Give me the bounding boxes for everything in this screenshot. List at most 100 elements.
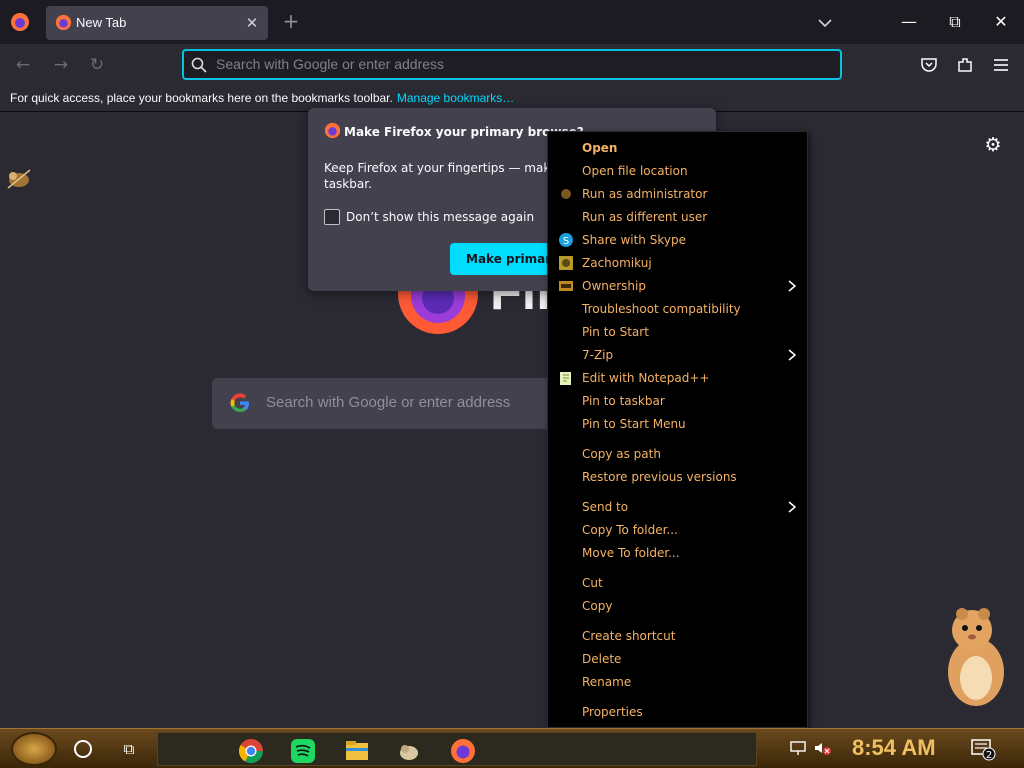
menu-item-rename[interactable]: Rename <box>548 671 807 694</box>
menu-item-pin-to-start[interactable]: Pin to Start <box>548 321 807 344</box>
url-bar[interactable]: Search with Google or enter address <box>182 49 842 80</box>
menu-item-share-with-skype[interactable]: S Share with Skype <box>548 229 807 252</box>
tab-strip: New Tab ✕ + — ⧉ ✕ <box>0 0 1024 44</box>
newtab-search-placeholder: Search with Google or enter address <box>266 394 511 411</box>
menu-item-pin-to-start-menu[interactable]: Pin to Start Menu <box>548 413 807 436</box>
extensions-puzzle-icon[interactable] <box>954 54 976 76</box>
dont-show-label[interactable]: Don’t show this message again <box>346 210 534 224</box>
navigation-toolbar: ← → ↻ Search with Google or enter addres… <box>0 44 1024 86</box>
menu-item-label: Edit with Notepad++ <box>582 371 710 385</box>
menu-item-label: Run as different user <box>582 210 708 224</box>
menu-item-label: Run as administrator <box>582 187 708 201</box>
cortana-search-icon[interactable] <box>74 740 92 758</box>
desktop-pet-icon <box>7 169 31 189</box>
notification-center-icon[interactable]: 2 <box>970 737 996 761</box>
close-window-button[interactable]: ✕ <box>986 8 1016 36</box>
svg-text:S: S <box>563 236 569 247</box>
firefox-icon <box>55 14 72 31</box>
forward-button[interactable]: → <box>50 54 72 76</box>
bookmarks-hint-text: For quick access, place your bookmarks h… <box>10 91 393 105</box>
start-button[interactable] <box>11 732 57 766</box>
menu-item-label: Delete <box>582 652 622 666</box>
menu-item-restore-previous-versions[interactable]: Restore previous versions <box>548 466 807 489</box>
menu-item-label: 7-Zip <box>582 348 614 362</box>
menu-item-label: Cut <box>582 576 603 590</box>
pocket-icon[interactable] <box>918 54 940 76</box>
menu-item-run-as-different-user[interactable]: Run as different user <box>548 206 807 229</box>
task-view-button[interactable]: ⧉ <box>118 739 140 759</box>
google-icon <box>230 393 249 413</box>
list-all-tabs-chevron-icon[interactable] <box>814 12 836 34</box>
firefox-icon[interactable] <box>450 738 476 764</box>
menu-item-run-as-administrator[interactable]: Run as administrator <box>548 183 807 206</box>
menu-item-open-file-location[interactable]: Open file location <box>548 160 807 183</box>
dont-show-checkbox[interactable] <box>324 209 340 225</box>
menu-item-label: Restore previous versions <box>582 470 737 484</box>
menu-item-copy-as-path[interactable]: Copy as path <box>548 443 807 466</box>
url-placeholder: Search with Google or enter address <box>216 56 445 72</box>
tab-new-tab[interactable]: New Tab ✕ <box>46 6 268 40</box>
gear-icon[interactable]: ⚙ <box>982 134 1004 156</box>
submenu-arrow-icon <box>788 280 797 292</box>
menu-item-label: Move To folder... <box>582 546 680 560</box>
submenu-arrow-icon <box>788 349 797 361</box>
restore-button[interactable]: ⧉ <box>940 8 970 36</box>
menu-item-pin-to-taskbar[interactable]: Pin to taskbar <box>548 390 807 413</box>
menu-item-cut[interactable]: Cut <box>548 572 807 595</box>
spotify-icon[interactable] <box>290 738 316 764</box>
submenu-arrow-icon <box>788 501 797 513</box>
taskbar: ⧉ 8:54 AM 2 <box>0 728 1024 768</box>
menu-item-zachomikuj[interactable]: Zachomikuj <box>548 252 807 275</box>
menu-item-label: Troubleshoot compatibility <box>582 302 741 316</box>
newtab-search-box[interactable]: Search with Google or enter address <box>212 378 552 429</box>
menu-item-label: Pin to Start Menu <box>582 417 686 431</box>
menu-item-label: Rename <box>582 675 632 689</box>
menu-item-label: Copy <box>582 599 613 613</box>
menu-item-label: Share with Skype <box>582 233 686 247</box>
menu-item-copy-to-folder[interactable]: Copy To folder... <box>548 519 807 542</box>
menu-item-ownership[interactable]: Ownership <box>548 275 807 298</box>
menu-item-label: Create shortcut <box>582 629 676 643</box>
reload-button[interactable]: ↻ <box>86 54 108 76</box>
menu-item-delete[interactable]: Delete <box>548 648 807 671</box>
hamster-pet-icon <box>948 608 1004 706</box>
tab-close-icon[interactable]: ✕ <box>242 13 262 33</box>
bookmarks-hint: For quick access, place your bookmarks h… <box>10 91 514 105</box>
chrome-icon[interactable] <box>238 738 264 764</box>
back-button[interactable]: ← <box>12 54 34 76</box>
tab-title: New Tab <box>76 15 127 30</box>
file-explorer-icon[interactable] <box>344 738 370 764</box>
menu-item-label: Pin to taskbar <box>582 394 665 408</box>
menu-item-move-to-folder[interactable]: Move To folder... <box>548 542 807 565</box>
menu-item-copy[interactable]: Copy <box>548 595 807 618</box>
menu-item-label: Send to <box>582 500 629 514</box>
manage-bookmarks-link[interactable]: Manage bookmarks… <box>397 91 514 105</box>
menu-item-create-shortcut[interactable]: Create shortcut <box>548 625 807 648</box>
pet-icon[interactable] <box>396 738 422 764</box>
taskbar-apps <box>157 732 757 766</box>
menu-item-label: Copy To folder... <box>582 523 678 537</box>
minimize-button[interactable]: — <box>894 8 924 36</box>
menu-item-edit-with-notepad[interactable]: Edit with Notepad++ <box>548 367 807 390</box>
notepadpp-icon <box>560 372 571 385</box>
new-tab-button[interactable]: + <box>280 10 302 32</box>
menu-item-label: Ownership <box>582 279 646 293</box>
menu-item-troubleshoot-compatibility[interactable]: Troubleshoot compatibility <box>548 298 807 321</box>
hamburger-menu-icon[interactable] <box>990 54 1012 76</box>
volume-muted-icon[interactable] <box>812 738 832 758</box>
menu-item-7-zip[interactable]: 7-Zip <box>548 344 807 367</box>
menu-item-label: Copy as path <box>582 447 661 461</box>
menu-item-label: Properties <box>582 705 643 719</box>
menu-item-properties[interactable]: Properties <box>548 701 807 724</box>
firefox-menu-icon[interactable] <box>10 12 30 32</box>
ownership-icon <box>559 281 573 291</box>
menu-item-open[interactable]: Open <box>548 137 807 160</box>
network-icon[interactable] <box>788 738 808 758</box>
clock[interactable]: 8:54 AM <box>852 735 936 761</box>
firefox-icon <box>324 122 341 139</box>
notification-count: 2 <box>986 750 992 761</box>
search-icon <box>191 57 207 73</box>
context-menu: Open Open file location Run as administrat… <box>547 131 808 728</box>
menu-item-send-to[interactable]: Send to <box>548 496 807 519</box>
shield-icon <box>561 189 571 199</box>
